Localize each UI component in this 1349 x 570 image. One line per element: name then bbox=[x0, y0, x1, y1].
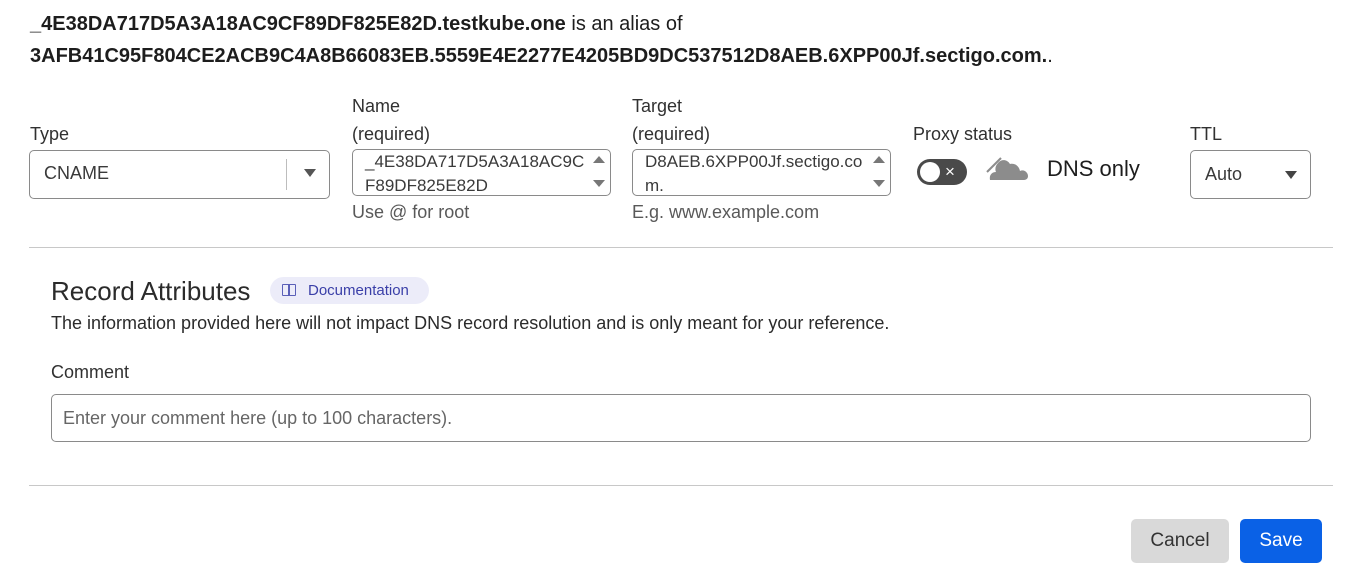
scroll-down-icon[interactable] bbox=[873, 180, 885, 187]
target-value: D8AEB.6XPP00Jf.sectigo.com. bbox=[645, 152, 863, 195]
record-attributes-description: The information provided here will not i… bbox=[51, 313, 890, 333]
scroll-up-icon[interactable] bbox=[593, 156, 605, 163]
alias-name: _4E38DA717D5A3A18AC9CF89DF825E82D.testku… bbox=[30, 13, 566, 35]
scroll-down-icon[interactable] bbox=[593, 180, 605, 187]
proxy-toggle[interactable]: × bbox=[917, 159, 967, 185]
toggle-knob bbox=[920, 162, 940, 182]
name-value: _4E38DA717D5A3A18AC9CF89DF825E82D bbox=[365, 152, 585, 195]
target-required: (required) bbox=[632, 124, 711, 144]
documentation-label: Documentation bbox=[308, 282, 409, 299]
proxy-status-text: DNS only bbox=[1047, 156, 1140, 181]
target-scrollbar[interactable] bbox=[870, 152, 888, 193]
target-label: Target bbox=[632, 96, 683, 116]
comment-input[interactable] bbox=[51, 394, 1311, 442]
divider bbox=[29, 247, 1333, 248]
record-attributes-title: Record Attributes bbox=[51, 276, 251, 306]
close-icon: × bbox=[945, 162, 955, 181]
target-hint: E.g. www.example.com bbox=[632, 202, 820, 222]
ttl-select[interactable]: Auto bbox=[1190, 150, 1311, 199]
comment-label: Comment bbox=[51, 362, 130, 382]
cancel-button[interactable]: Cancel bbox=[1131, 519, 1229, 563]
name-field[interactable]: _4E38DA717D5A3A18AC9CF89DF825E82D bbox=[352, 149, 611, 196]
chevron-down-icon bbox=[1285, 171, 1297, 179]
proxy-status-label: Proxy status bbox=[913, 124, 1013, 144]
ttl-label: TTL bbox=[1190, 124, 1223, 144]
alias-trailing: . bbox=[1047, 45, 1053, 67]
divider bbox=[29, 485, 1333, 486]
alias-connector: is an alias of bbox=[565, 13, 683, 35]
type-label: Type bbox=[30, 124, 70, 144]
name-label: Name bbox=[352, 96, 401, 116]
alias-target: 3AFB41C95F804CE2ACB9C4A8B66083EB.5559E4E… bbox=[30, 45, 1048, 67]
name-hint: Use @ for root bbox=[352, 202, 470, 222]
type-value: CNAME bbox=[44, 163, 110, 183]
select-separator bbox=[286, 159, 287, 190]
ttl-value: Auto bbox=[1205, 164, 1243, 184]
name-scrollbar[interactable] bbox=[590, 152, 608, 193]
type-select[interactable]: CNAME bbox=[29, 150, 330, 199]
chevron-down-icon bbox=[304, 169, 316, 177]
record-summary: _4E38DA717D5A3A18AC9CF89DF825E82D.testku… bbox=[30, 8, 1330, 72]
target-field[interactable]: D8AEB.6XPP00Jf.sectigo.com. bbox=[632, 149, 891, 196]
book-icon bbox=[282, 284, 296, 296]
save-button[interactable]: Save bbox=[1240, 519, 1322, 563]
name-required: (required) bbox=[352, 124, 431, 144]
documentation-link[interactable]: Documentation bbox=[270, 277, 429, 304]
cloud-icon bbox=[984, 154, 1028, 180]
scroll-up-icon[interactable] bbox=[873, 156, 885, 163]
